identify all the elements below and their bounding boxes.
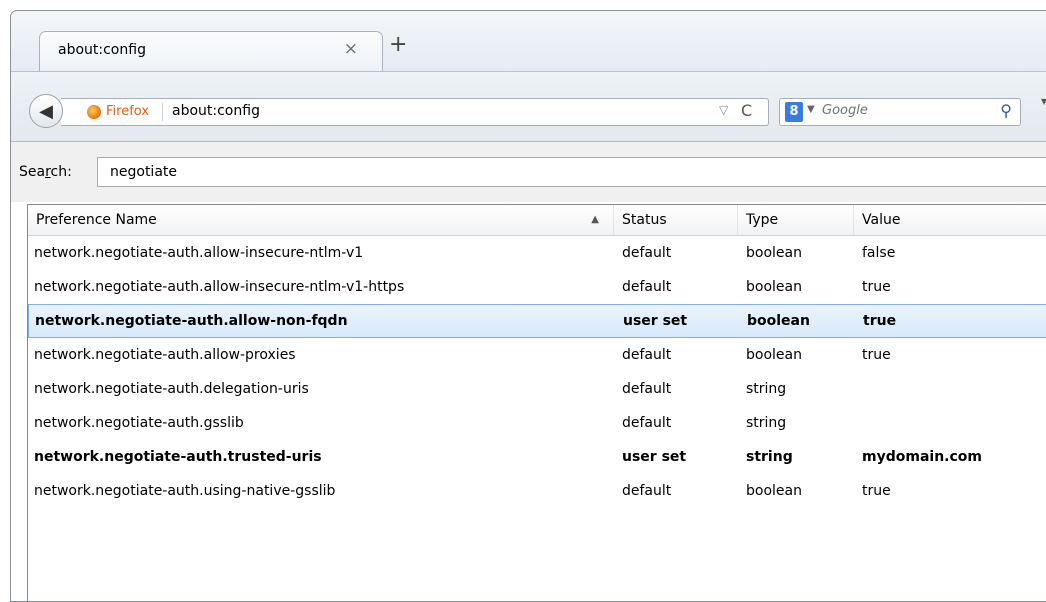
navigation-toolbar: Firefox about:config ▽ C ◀ 8 ▼ Google ⚲ … [11, 71, 1046, 142]
back-arrow-icon: ◀ [39, 100, 53, 122]
table-row[interactable]: network.negotiate-auth.allow-insecure-nt… [28, 270, 1046, 304]
url-text[interactable]: about:config [172, 103, 260, 119]
preference-name-cell: network.negotiate-auth.using-native-gssl… [34, 483, 336, 499]
value-cell: true [862, 483, 891, 499]
value-cell: mydomain.com [862, 449, 982, 465]
new-tab-button[interactable]: + [389, 32, 407, 57]
close-tab-icon[interactable]: × [344, 39, 358, 59]
magnifier-icon[interactable]: ⚲ [1000, 101, 1012, 120]
preference-name-cell: network.negotiate-auth.gsslib [34, 415, 244, 431]
status-cell: default [622, 415, 672, 431]
type-cell: string [746, 415, 787, 431]
type-cell: boolean [746, 483, 802, 499]
sort-ascending-icon: ▲ [591, 214, 599, 225]
column-header-type[interactable]: Type [738, 205, 854, 235]
table-row[interactable]: network.negotiate-auth.using-native-gssl… [28, 474, 1046, 508]
preference-name-cell: network.negotiate-auth.trusted-uris [34, 449, 322, 465]
table-body: network.negotiate-auth.allow-insecure-nt… [28, 236, 1046, 508]
browser-window: about:config × + Firefox about:config ▽ … [10, 10, 1046, 602]
status-cell: default [622, 279, 672, 295]
preference-name-cell: network.negotiate-auth.allow-proxies [34, 347, 296, 363]
table-row[interactable]: network.negotiate-auth.trusted-uris user … [28, 440, 1046, 474]
status-cell: default [622, 483, 672, 499]
table-row[interactable]: network.negotiate-auth.allow-non-fqdn use… [28, 304, 1046, 338]
preference-name-cell: network.negotiate-auth.delegation-uris [34, 381, 309, 397]
preference-name-cell: network.negotiate-auth.allow-non-fqdn [35, 313, 348, 329]
engine-dropdown-icon[interactable]: ▼ [807, 104, 815, 115]
type-cell: boolean [747, 313, 810, 329]
back-button[interactable]: ◀ [29, 94, 63, 128]
table-row[interactable]: network.negotiate-auth.allow-insecure-nt… [28, 236, 1046, 270]
preference-name-cell: network.negotiate-auth.allow-insecure-nt… [34, 279, 405, 295]
table-row[interactable]: network.negotiate-auth.allow-proxies defa… [28, 338, 1046, 372]
search-label: Search: [19, 164, 72, 180]
type-cell: boolean [746, 245, 802, 261]
tab-title: about:config [58, 42, 146, 58]
identity-label[interactable]: Firefox [106, 104, 149, 119]
value-cell: true [862, 279, 891, 295]
url-bar[interactable]: Firefox about:config ▽ C [61, 98, 769, 126]
table-row[interactable]: network.negotiate-auth.delegation-uris de… [28, 372, 1046, 406]
status-cell: default [622, 245, 672, 261]
type-cell: boolean [746, 347, 802, 363]
preference-name-cell: network.negotiate-auth.allow-insecure-nt… [34, 245, 364, 261]
firefox-icon [87, 105, 101, 119]
status-cell: user set [622, 449, 687, 465]
column-header-preference-name[interactable]: Preference Name ▲ [28, 205, 614, 235]
reload-icon[interactable]: C [741, 101, 752, 120]
table-row[interactable]: network.negotiate-auth.gsslib default stri… [28, 406, 1046, 440]
column-header-value[interactable]: Value [854, 205, 1046, 235]
history-dropdown-icon[interactable]: ▽ [719, 103, 728, 117]
column-header-status[interactable]: Status [614, 205, 738, 235]
value-cell: false [862, 245, 896, 261]
tab-about-config[interactable]: about:config × [39, 31, 383, 71]
value-cell: true [863, 313, 897, 329]
value-cell: true [862, 347, 891, 363]
search-bar[interactable]: 8 ▼ Google ⚲ [779, 98, 1021, 126]
status-cell: default [622, 381, 672, 397]
about-config-page: Search: Preference Name ▲ Status Type Va… [11, 141, 1046, 601]
config-search-row: Search: [11, 142, 1046, 202]
google-plus-icon[interactable]: 8 [785, 102, 803, 122]
type-cell: string [746, 449, 793, 465]
type-cell: string [746, 381, 787, 397]
status-cell: default [622, 347, 672, 363]
config-search-input[interactable] [97, 157, 1046, 187]
toolbar-overflow-icon[interactable]: ▾ [1041, 94, 1046, 108]
status-cell: user set [623, 313, 688, 329]
preferences-table[interactable]: Preference Name ▲ Status Type Value netw… [27, 204, 1046, 601]
table-header: Preference Name ▲ Status Type Value [28, 205, 1046, 236]
type-cell: boolean [746, 279, 802, 295]
identity-separator [162, 103, 163, 121]
search-placeholder: Google [822, 103, 868, 118]
tab-strip: about:config × + [11, 11, 1046, 71]
